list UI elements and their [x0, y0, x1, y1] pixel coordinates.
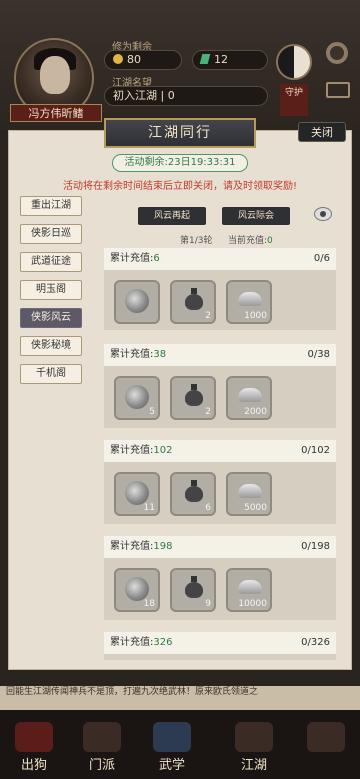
nav-chugou[interactable]: 出狗: [2, 722, 66, 774]
reward-item[interactable]: 18: [114, 568, 160, 612]
sect-tag: 守护: [280, 84, 308, 116]
side-tab-mingyu[interactable]: 明玉阁: [20, 280, 82, 300]
reward-item[interactable]: 10000: [226, 568, 272, 612]
reward-item[interactable]: 11: [114, 472, 160, 516]
coin-icon: [113, 54, 123, 64]
coin-stat: 80: [104, 50, 182, 70]
tab-fengyun-jihui[interactable]: 风云际会: [222, 207, 290, 225]
reward-item[interactable]: 1000: [226, 280, 272, 324]
orb-icon: [125, 577, 149, 601]
reward-card: 累计充值:6 0/6 2 1000: [104, 248, 336, 330]
side-tab-rixun[interactable]: 侠影日巡: [20, 224, 82, 244]
reward-item[interactable]: 5: [114, 376, 160, 420]
side-tab-wudao[interactable]: 武道征途: [20, 252, 82, 272]
reward-item[interactable]: [114, 280, 160, 324]
tab-fengyun-zaiqi[interactable]: 风云再起: [138, 207, 206, 225]
side-tab-qianji[interactable]: 千机阁: [20, 364, 82, 384]
reward-card: 累计充值:326 0/326: [104, 632, 336, 660]
reward-item[interactable]: 2000: [226, 376, 272, 420]
reward-card: 累计充值:102 0/102 11 6 5000: [104, 440, 336, 524]
close-button[interactable]: 关闭: [298, 122, 346, 142]
yinyang-icon[interactable]: [276, 44, 312, 80]
pot-icon: [185, 384, 203, 406]
nav-menpai[interactable]: 门派: [70, 722, 134, 774]
pot-icon: [185, 576, 203, 598]
remaining-time: 活动剩余:23日19:33:31: [112, 154, 248, 172]
reward-card: 累计充值:38 0/38 5 2 2000: [104, 344, 336, 428]
pot-icon: [185, 480, 203, 502]
reward-item[interactable]: 6: [170, 472, 216, 516]
mail-icon[interactable]: [326, 82, 350, 98]
current-recharge: 当前充值:0: [228, 236, 273, 246]
reward-item[interactable]: 5000: [226, 472, 272, 516]
eye-icon[interactable]: [314, 207, 332, 221]
gem-icon: [199, 54, 211, 64]
nav-jianghu[interactable]: 江湖: [222, 722, 286, 774]
nav-wuxue[interactable]: 武学: [140, 722, 204, 774]
gem-stat: 12: [192, 50, 268, 70]
reward-item[interactable]: 2: [170, 280, 216, 324]
side-tab-fengyun[interactable]: 侠影风云: [20, 308, 82, 328]
bottom-nav: 出狗 门派 武学 江湖: [0, 710, 360, 779]
side-tab-chongchu[interactable]: 重出江湖: [20, 196, 82, 216]
reward-item[interactable]: 9: [170, 568, 216, 612]
round-text: 第1/3轮: [180, 236, 213, 246]
pot-icon: [185, 288, 203, 310]
reward-card: 累计充值:198 0/198 18 9 10000: [104, 536, 336, 620]
reward-item[interactable]: 2: [170, 376, 216, 420]
side-tab-mijing[interactable]: 侠影秘境: [20, 336, 82, 356]
orb-icon: [125, 385, 149, 409]
warning-text: 活动将在剩余时间结束后立即关闭，请及时领取奖励!: [62, 181, 297, 192]
panel-title: 江湖同行: [104, 118, 256, 148]
nav-extra[interactable]: [294, 722, 358, 774]
orb-icon: [125, 481, 149, 505]
player-name: 冯方伟昕鳍: [10, 104, 102, 122]
silver-ingot-icon: [238, 292, 262, 306]
gear-icon[interactable]: [326, 42, 348, 64]
fame-stat: 初入江湖 | 0: [104, 86, 268, 106]
silver-ingot-icon: [238, 580, 262, 594]
news-ticker: 回能生江湖传闻神兵不是顶，打遍九次绝武林！原来欧氏领道之: [0, 686, 360, 710]
orb-icon: [125, 289, 149, 313]
silver-ingot-icon: [238, 484, 262, 498]
silver-ingot-icon: [238, 388, 262, 402]
